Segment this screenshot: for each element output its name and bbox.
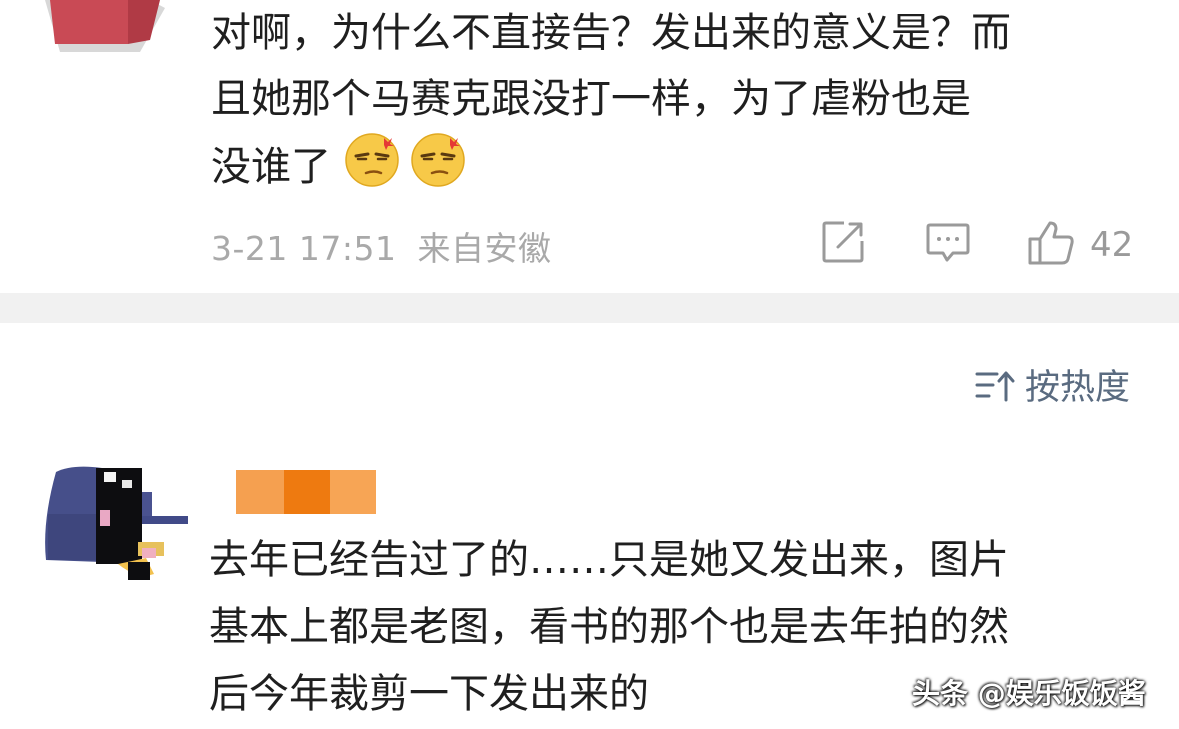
username-mosaic-block	[330, 470, 376, 514]
avatar[interactable]	[0, 0, 165, 52]
comment-line: 且她那个马赛克跟没打一样，为了虐粉也是	[211, 76, 971, 122]
like-button[interactable]: 42	[1026, 219, 1133, 271]
username-mosaic-block	[236, 470, 284, 514]
comment-location: 来自安徽	[417, 229, 552, 268]
comment-body: 对啊，为什么不直接告？发出来的意义是？而 且她那个马赛克跟没打一样，为了虐粉也是…	[211, 0, 1011, 208]
reply-button[interactable]	[925, 219, 971, 269]
comment-line: 去年已经告过了的……只是她又发出来，图片	[209, 537, 1009, 583]
comment-line: 后今年裁剪一下发出来的	[209, 671, 649, 717]
sort-label: 按热度	[1025, 368, 1131, 408]
comment-line: 基本上都是老图，看书的那个也是去年拍的然	[209, 604, 1009, 650]
comment-line-text: 没谁了	[211, 144, 331, 190]
watermark: 头条 @娱乐饭饭酱	[912, 677, 1146, 710]
avatar[interactable]	[42, 462, 192, 590]
comment-line: 没谁了	[211, 132, 1011, 208]
like-count: 42	[1090, 225, 1134, 265]
username-mosaic-block	[284, 470, 330, 514]
share-button[interactable]	[820, 219, 866, 269]
comment-body: 去年已经告过了的……只是她又发出来，图片 基本上都是老图，看书的那个也是去年拍的…	[209, 527, 1009, 728]
username-redacted[interactable]	[236, 470, 376, 514]
comment-line: 对啊，为什么不直接告？发出来的意义是？而	[211, 10, 1011, 56]
comment-meta: 3-21 17:51 来自安徽	[211, 222, 552, 270]
comment-time: 3-21 17:51	[211, 229, 397, 268]
smirk-angry-emoji	[410, 132, 466, 208]
sort-icon	[975, 368, 1015, 408]
smirk-angry-emoji	[344, 132, 400, 208]
section-divider	[0, 293, 1179, 323]
comment-icon	[925, 219, 971, 269]
thumbs-up-icon	[1026, 219, 1076, 271]
sort-by-hot-button[interactable]: 按热度	[975, 363, 1130, 413]
share-icon	[820, 219, 866, 269]
